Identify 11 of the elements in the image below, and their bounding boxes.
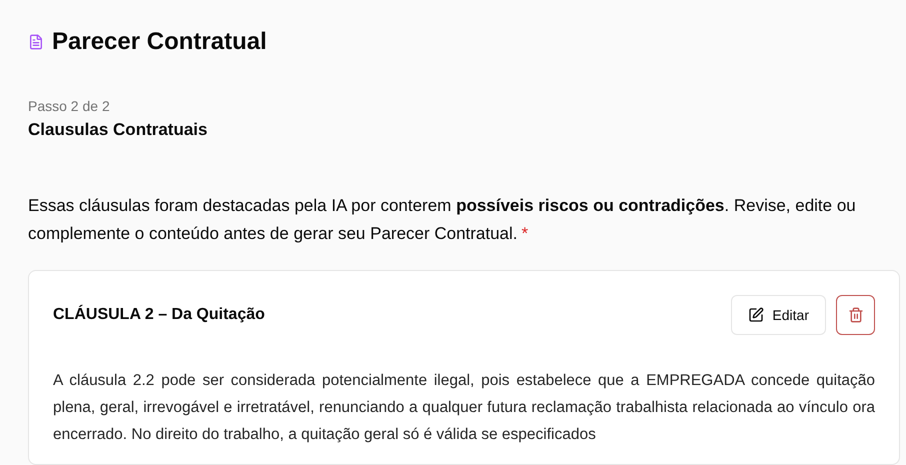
clause-text: A cláusula 2.2 pode ser considerada potencialmente ilegal, pois estabelece que a EMPREGADA concede quitação plena, geral, irrevogável e irretratável, renunciando a qualquer futura reclamação trabalhista relacionada ao vínculo ora encerrado. No direito do trabalho, a quitação geral só é válida se especificados	[53, 371, 875, 445]
step-counter: Passo 2 de 2	[28, 98, 111, 114]
clause-title: CLÁUSULA 2 – Da Quitação	[53, 306, 265, 324]
intro-text: Essas cláusulas foram destacadas pela IA por conterem possíveis riscos ou contradições. Revise, edite ou complemente o conteúdo antes de gerar seu Parecer Contratual. *	[28, 195, 857, 245]
trash-icon	[848, 307, 864, 323]
edit-icon	[748, 307, 764, 323]
page-title: Parecer Contratual	[52, 28, 267, 56]
edit-button[interactable]: Editar	[731, 295, 826, 335]
document-icon	[28, 34, 44, 50]
step-title: Clausulas Contratuais	[28, 120, 208, 140]
delete-button[interactable]	[836, 295, 875, 335]
